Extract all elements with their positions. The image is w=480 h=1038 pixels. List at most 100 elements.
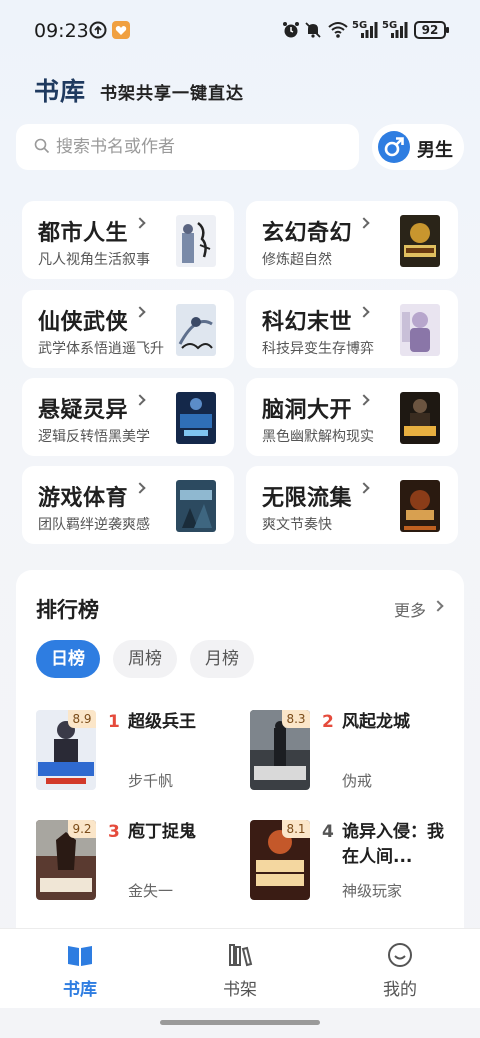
male-icon (378, 131, 410, 163)
category-card-xianxia[interactable]: 仙侠武侠 武学体系悟逍遥飞升 (22, 290, 234, 368)
ranking-more-link[interactable]: 更多 (394, 597, 426, 621)
book-title: 风起龙城 (342, 712, 410, 732)
category-name: 悬疑灵异 (38, 398, 129, 423)
book-rank-number: 1 (108, 712, 120, 732)
book-rank-number: 4 (322, 822, 334, 842)
ranking-book-item[interactable]: 8.3 2 风起龙城 伪戒 (250, 710, 460, 796)
book-title: 庖丁捉鬼 (128, 822, 196, 842)
ranking-title: 排行榜 (36, 598, 99, 622)
book-score-badge: 8.1 (282, 820, 310, 838)
ranking-book-item[interactable]: 8.9 1 超级兵王 步千帆 (36, 710, 246, 796)
nav-item-bookshelf[interactable]: 书架 (160, 929, 320, 1009)
open-book-icon (68, 946, 92, 966)
battery-indicator: 92 (414, 21, 449, 39)
category-name: 科幻末世 (262, 310, 353, 335)
ranking-book-item[interactable]: 9.2 3 庖丁捉鬼 金失一 (36, 820, 246, 906)
category-card-infinite[interactable]: 无限流集 爽文节奏快 (246, 466, 458, 544)
book-rank-number: 2 (322, 712, 334, 732)
data-saver-icon (89, 21, 107, 39)
book-rank-number: 3 (108, 822, 120, 842)
tab-daily[interactable]: 日榜 (36, 640, 100, 678)
book-author: 步千帆 (128, 772, 174, 790)
status-bar: 09:23 5G 5G 92 (0, 0, 480, 62)
home-indicator[interactable] (160, 1020, 320, 1025)
page-slogan: 书架共享一键直达 (100, 84, 244, 104)
category-desc: 科技异变生存博弈 (262, 341, 374, 357)
book-title: 诡异入侵：我在人间... (342, 822, 444, 867)
search-input[interactable] (56, 124, 346, 170)
chevron-right-icon (134, 482, 146, 494)
category-desc: 凡人视角生活叙事 (38, 252, 150, 268)
gender-label: 男生 (417, 140, 453, 161)
wifi-icon (328, 22, 348, 38)
book-cover-image: 9.2 (36, 820, 96, 900)
bottom-navigation: 书库 书架 我的 (0, 928, 480, 1008)
category-name: 仙侠武侠 (38, 310, 129, 335)
app-notification-icon (112, 21, 130, 39)
page-title: 书库 (34, 77, 87, 106)
status-time: 09:23 (34, 20, 89, 42)
category-name: 游戏体育 (38, 486, 129, 511)
book-cover-image: 8.1 (250, 820, 310, 900)
category-cover-image (176, 215, 216, 267)
category-desc: 黑色幽默解构现实 (262, 429, 374, 445)
category-card-brainhole[interactable]: 脑洞大开 黑色幽默解构现实 (246, 378, 458, 456)
category-desc: 团队羁绊逆袭爽感 (38, 517, 150, 533)
ranking-panel: 排行榜 更多 日榜 周榜 月榜 8.9 1 超级兵王 步千帆 8.3 2 风起龙… (16, 570, 464, 970)
smile-face-icon (388, 943, 412, 967)
book-author: 神级玩家 (342, 882, 403, 900)
category-desc: 爽文节奏快 (262, 517, 332, 533)
chevron-right-icon (358, 217, 370, 229)
nav-label: 书架 (223, 980, 257, 1000)
chevron-right-icon (358, 482, 370, 494)
chevron-right-icon[interactable] (432, 600, 444, 612)
category-name: 玄幻奇幻 (262, 221, 353, 246)
category-card-scifi[interactable]: 科幻末世 科技异变生存博弈 (246, 290, 458, 368)
chevron-right-icon (358, 306, 370, 318)
chevron-right-icon (134, 394, 146, 406)
book-cover-image: 8.3 (250, 710, 310, 790)
chevron-right-icon (134, 306, 146, 318)
category-cover-image (400, 392, 440, 444)
gender-toggle-button[interactable]: 男生 (372, 124, 464, 170)
category-cover-image (176, 392, 216, 444)
chevron-right-icon (134, 217, 146, 229)
category-cover-image (400, 215, 440, 267)
category-desc: 武学体系悟逍遥飞升 (38, 341, 164, 357)
book-score-badge: 9.2 (68, 820, 96, 838)
category-name: 脑洞大开 (262, 398, 353, 423)
book-author: 伪戒 (342, 772, 373, 790)
category-card-mystery[interactable]: 悬疑灵异 逻辑反转悟黑美学 (22, 378, 234, 456)
signal-icon (361, 22, 378, 38)
tab-weekly[interactable]: 周榜 (113, 640, 177, 678)
book-score-badge: 8.3 (282, 710, 310, 728)
category-card-urban[interactable]: 都市人生 凡人视角生活叙事 (22, 201, 234, 279)
alarm-icon (283, 22, 299, 38)
search-icon (34, 138, 50, 154)
nav-label: 书库 (63, 980, 97, 1000)
category-cover-image (400, 480, 440, 532)
category-cover-image (176, 480, 216, 532)
ranking-book-item[interactable]: 8.1 4 诡异入侵：我在人间... 神级玩家 (250, 820, 460, 906)
category-name: 都市人生 (38, 221, 129, 246)
nav-item-profile[interactable]: 我的 (320, 929, 480, 1009)
tab-monthly[interactable]: 月榜 (190, 640, 254, 678)
category-card-fantasy[interactable]: 玄幻奇幻 修炼超自然 (246, 201, 458, 279)
nav-item-library[interactable]: 书库 (0, 929, 160, 1009)
category-cover-image (400, 304, 440, 356)
book-cover-image: 8.9 (36, 710, 96, 790)
book-author: 金失一 (128, 882, 174, 900)
nav-label: 我的 (383, 980, 417, 1000)
signal-icon-2 (391, 22, 408, 38)
book-score-badge: 8.9 (68, 710, 96, 728)
chevron-right-icon (358, 394, 370, 406)
bookshelf-icon (229, 944, 253, 967)
search-bar[interactable] (16, 124, 359, 170)
category-cover-image (176, 304, 216, 356)
category-desc: 逻辑反转悟黑美学 (38, 429, 150, 445)
category-desc: 修炼超自然 (262, 252, 332, 268)
book-title: 超级兵王 (128, 712, 196, 732)
category-card-gaming[interactable]: 游戏体育 团队羁绊逆袭爽感 (22, 466, 234, 544)
mute-icon (305, 22, 321, 38)
category-name: 无限流集 (262, 486, 353, 511)
